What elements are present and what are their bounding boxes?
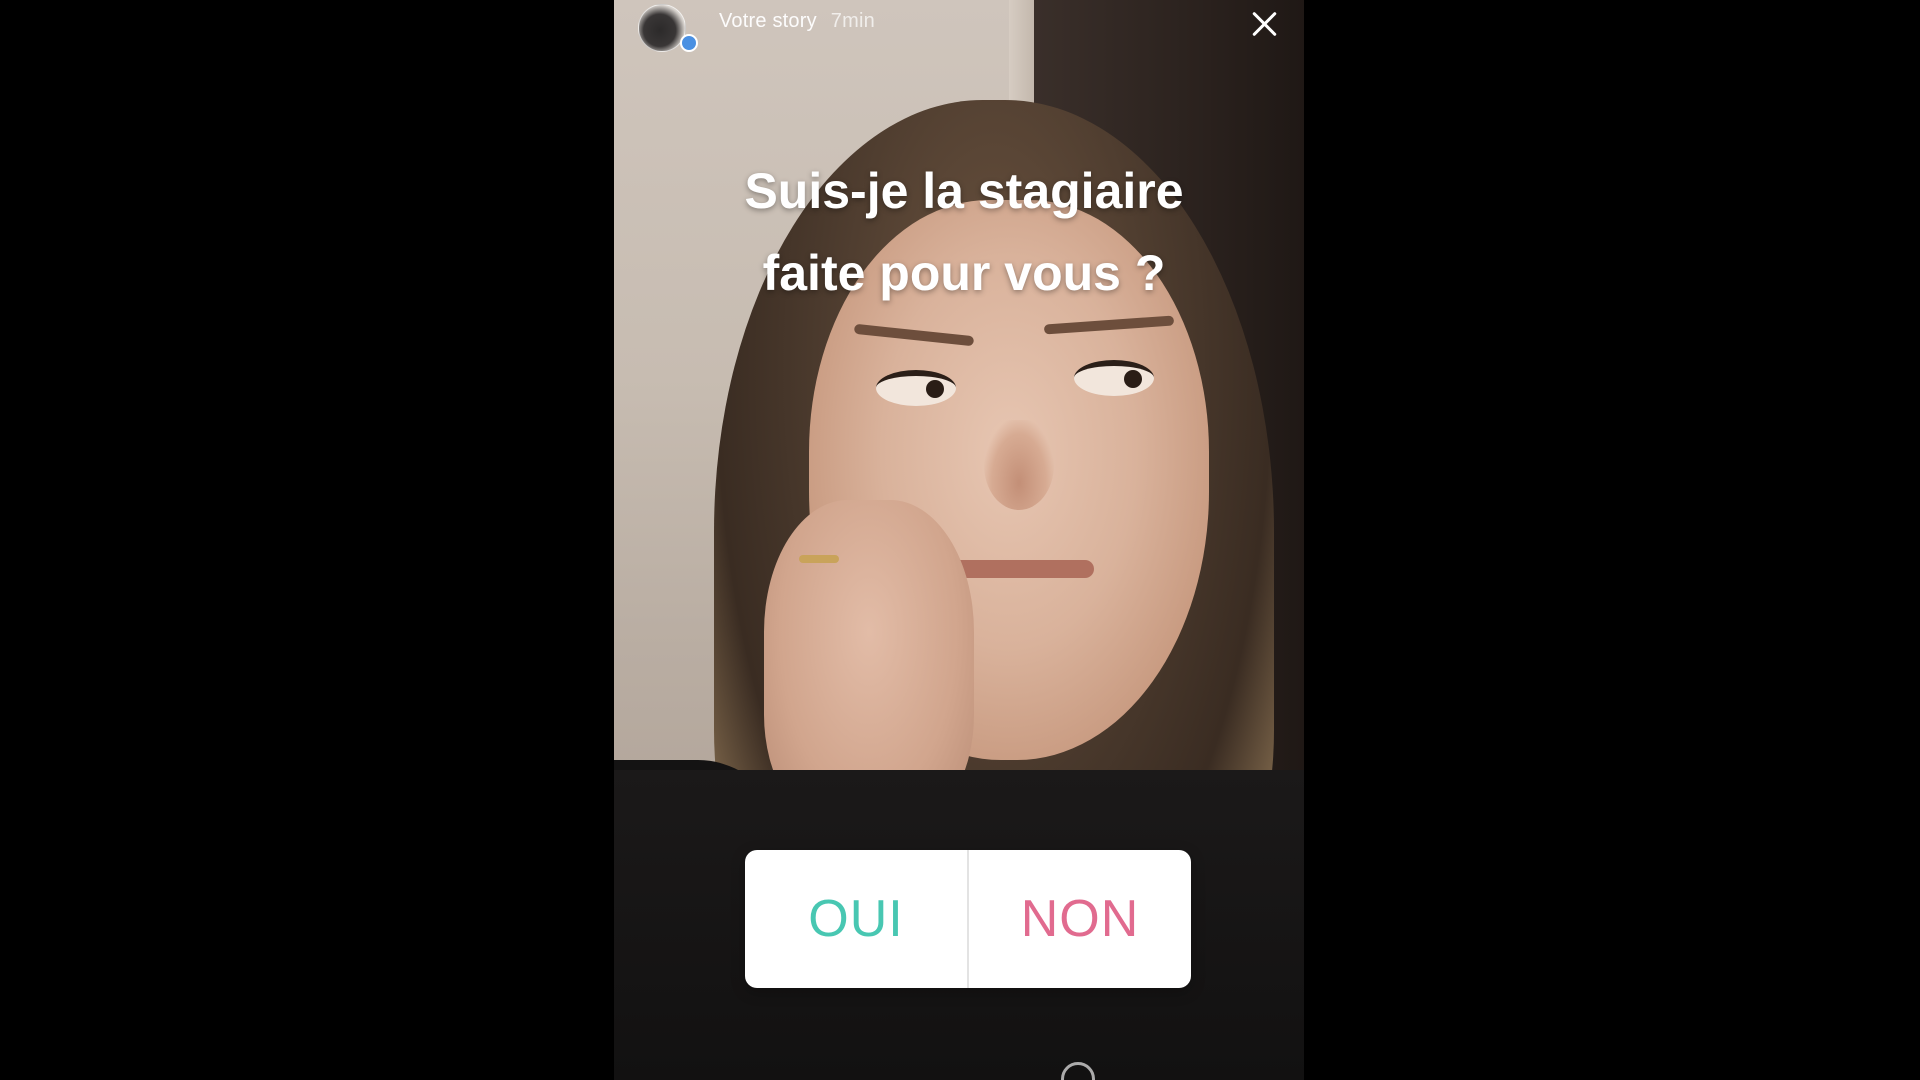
poll-sticker: OUI NON [745,850,1191,988]
story-meta: Votre story 7min [719,10,875,33]
mouth [944,560,1094,578]
poll-yes-button[interactable]: OUI [745,850,967,988]
story-time: 7min [830,10,875,32]
question-line-1: Suis-je la stagiaire [744,163,1184,219]
poll-no-button[interactable]: NON [969,850,1191,988]
nose [984,420,1054,510]
right-pupil [1124,370,1142,388]
story-frame: Votre story 7min Suis-je la stagiaire fai… [614,0,1304,1080]
avatar[interactable] [638,4,686,52]
story-viewer: Votre story 7min Suis-je la stagiaire fai… [0,0,1920,1080]
left-eye [876,370,956,406]
story-label: Votre story [719,10,817,32]
question-line-2: faite pour vous ? [762,245,1166,301]
story-badge-icon [680,34,698,52]
story-question: Suis-je la stagiaire faite pour vous ? [684,150,1244,314]
ring [799,555,839,563]
close-icon[interactable] [1246,6,1282,42]
story-header: Votre story 7min [614,0,1304,60]
left-pupil [926,380,944,398]
right-eye [1074,360,1154,396]
